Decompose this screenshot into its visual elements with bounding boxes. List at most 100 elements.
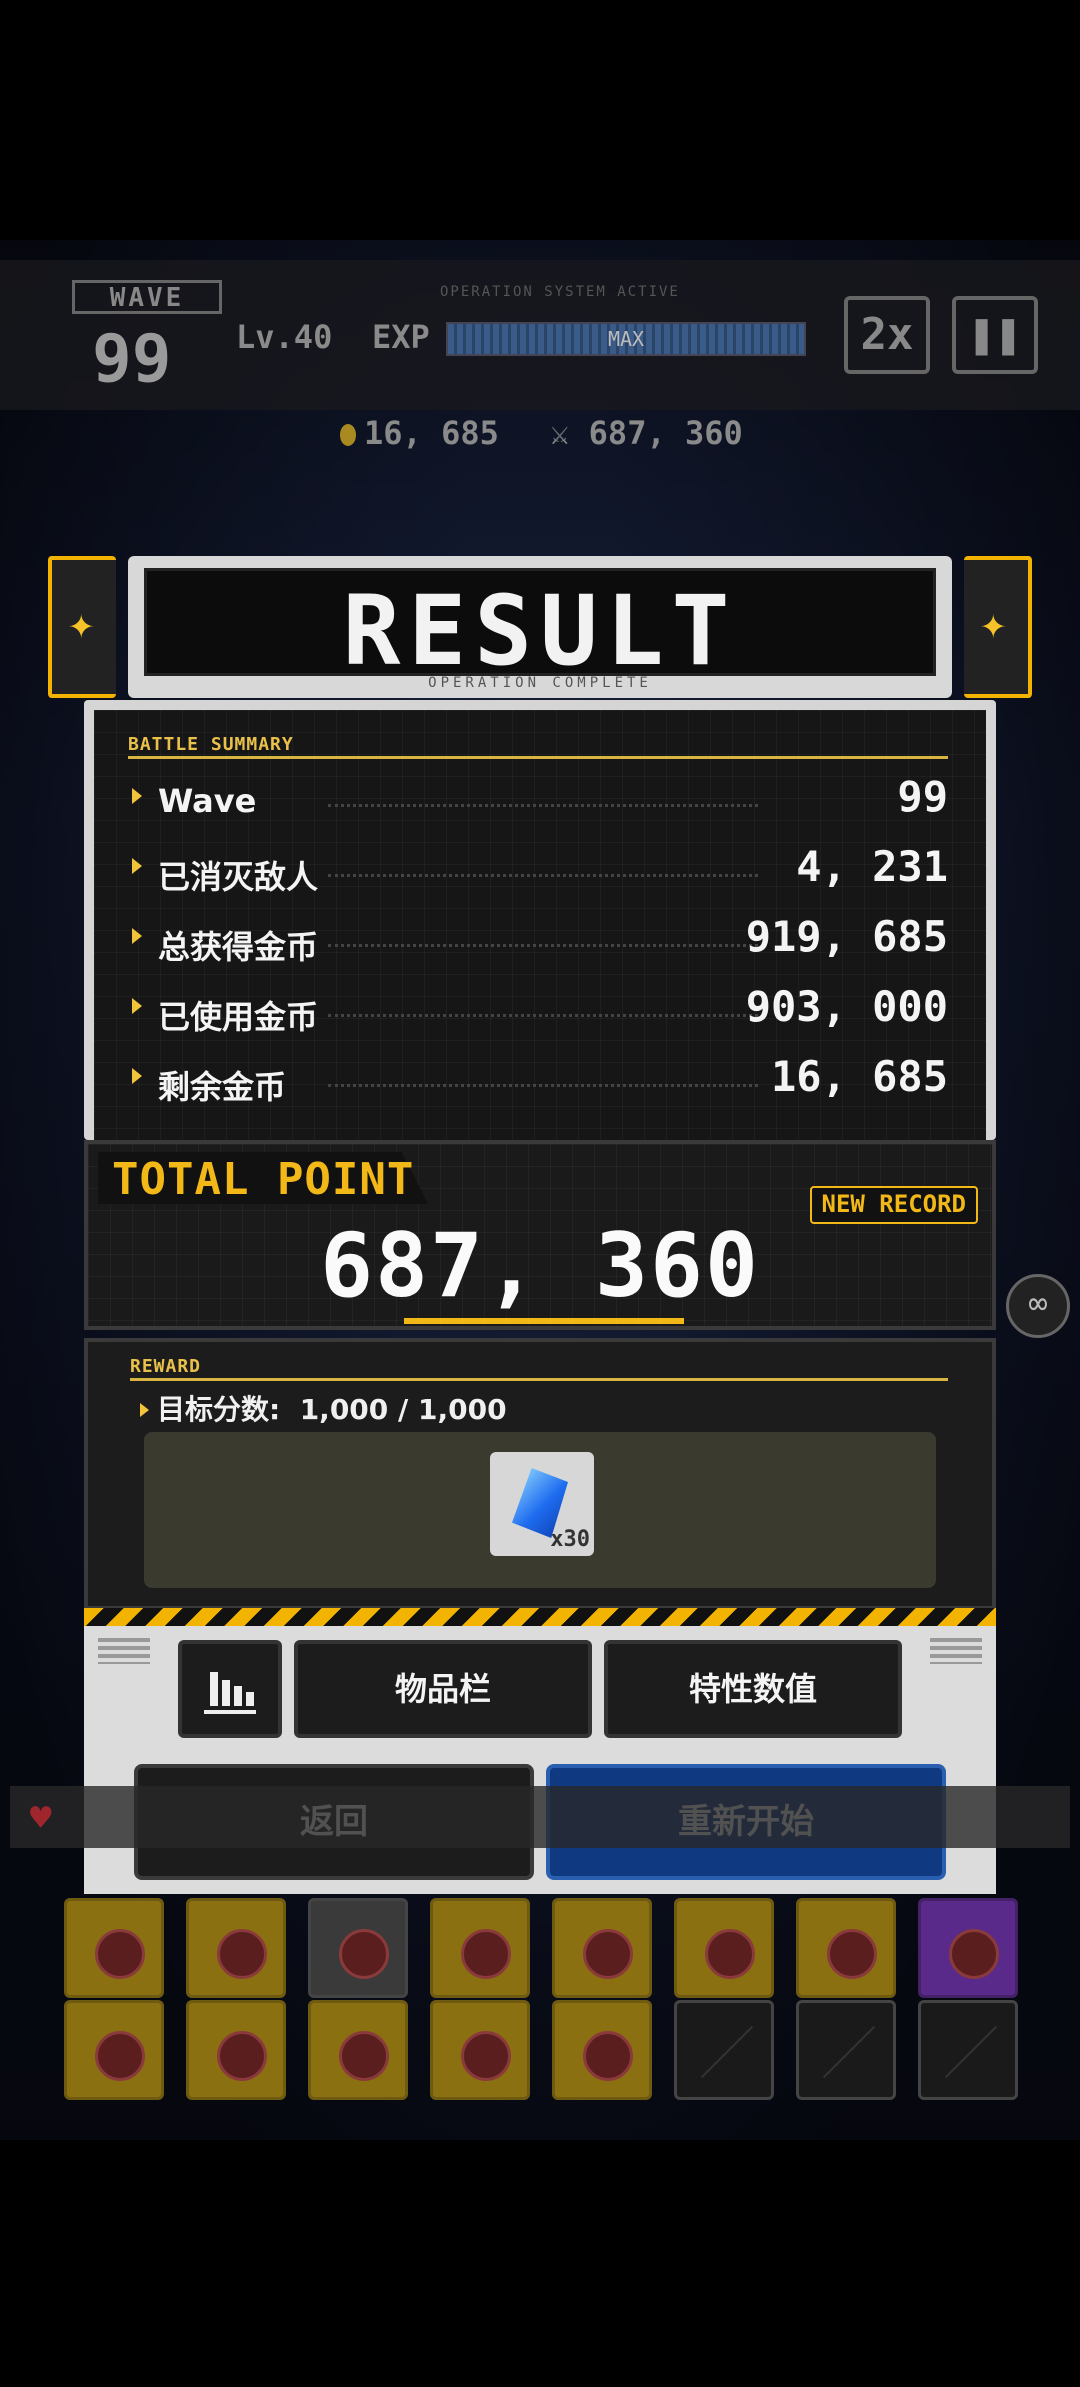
reward-label: REWARD [130,1356,202,1377]
stat-label: 剩余金币 [158,1068,287,1106]
item-inventory-grid [14,1880,1066,2110]
arrow-icon [132,998,142,1014]
result-subtitle: OPERATION COMPLETE [428,675,652,691]
arrow-icon [132,928,142,944]
stat-row-enemies: 已消灭敌人 4, 231 [128,840,948,900]
grenade-icon [95,2031,145,2081]
result-frame: RESULT OPERATION COMPLETE [128,556,952,698]
bar-chart-icon [204,1664,256,1714]
stat-label: 已消灭敌人 [158,858,319,896]
vent-decoration [930,1638,982,1664]
sparkle-icon: ✦ [68,598,95,649]
total-point-panel: TOTAL POINT NEW RECORD 687, 360 [84,1140,996,1330]
hazard-stripe [84,1608,996,1626]
wave-indicator: WAVE 99 [72,280,222,397]
grenade-icon [339,2031,389,2081]
inventory-slot[interactable] [430,2000,530,2100]
grenade-icon [95,1929,145,1979]
speed-button[interactable]: 2x [844,296,930,374]
gun-icon [583,1929,633,1979]
total-underline [404,1318,684,1324]
exp-max-text: MAX [607,327,645,351]
statistics-button[interactable] [178,1640,282,1738]
inventory-slot[interactable] [64,2000,164,2100]
inventory-slot[interactable] [918,1898,1018,1998]
grenade-icon [461,1929,511,1979]
inventory-slot[interactable] [64,1898,164,1998]
total-point-value: 687, 360 [320,1214,760,1317]
stat-value: 919, 685 [745,912,948,961]
system-caption: OPERATION SYSTEM ACTIVE [440,284,680,300]
stat-value: 903, 000 [745,982,948,1031]
inventory-slot[interactable] [796,1898,896,1998]
inventory-slot[interactable] [674,1898,774,1998]
inventory-slot[interactable] [186,2000,286,2100]
currency-row: 16, 685 ⚔ 687, 360 [340,414,775,452]
level-text: Lv.40 [236,318,333,356]
grenade-icon [705,1929,755,1979]
inventory-button[interactable]: 物品栏 [294,1640,592,1738]
inventory-slot-empty[interactable] [918,2000,1018,2100]
result-inner: RESULT OPERATION COMPLETE [144,568,936,691]
sparkle-icon: ✦ [980,598,1007,649]
pause-icon: ❚❚ [968,309,1022,360]
stat-label: Wave [158,782,257,820]
grenade-icon [461,2031,511,2081]
stat-value: 99 [897,772,948,821]
stat-value: 16, 685 [770,1052,948,1101]
battle-summary-label: BATTLE SUMMARY [128,734,294,755]
inventory-slot[interactable] [552,2000,652,2100]
inventory-slot[interactable] [552,1898,652,1998]
grenade-icon [583,2031,633,2081]
arrow-icon [140,1403,149,1417]
inventory-slot[interactable] [308,2000,408,2100]
grenade-icon [827,1929,877,1979]
swords-icon: ⚔ [550,414,570,452]
inventory-slot-empty[interactable] [674,2000,774,2100]
heart-icon: ♥ [30,1798,52,1839]
inventory-slot[interactable] [430,1898,530,1998]
exp-label: EXP [372,318,430,356]
action-button-panel: 物品栏 特性数值 返回 重新开始 [84,1626,996,1894]
grenade-icon [217,1929,267,1979]
target-score-row: 目标分数: 1,000 / 1,000 [140,1388,507,1428]
pause-button[interactable]: ❚❚ [952,296,1038,374]
battle-summary-inner: BATTLE SUMMARY Wave 99 已消灭敌人 4, 231 总获得金… [94,710,986,1140]
stat-label: 总获得金币 [158,928,319,966]
inventory-slot[interactable] [308,1898,408,1998]
result-title: RESULT [342,575,738,687]
coin-icon [340,424,356,446]
section-divider [130,1378,948,1381]
exp-bar: MAX [446,322,806,356]
wave-number: 99 [92,320,172,397]
traits-button[interactable]: 特性数值 [604,1640,902,1738]
stat-row-used-gold: 已使用金币 903, 000 [128,980,948,1040]
total-point-label: TOTAL POINT [112,1154,415,1205]
inventory-slot[interactable] [186,1898,286,1998]
grenade-icon [949,1929,999,1979]
reward-item[interactable]: x30 [490,1452,594,1556]
stat-value: 4, 231 [796,842,948,891]
reward-item-count: x30 [550,1527,590,1552]
stat-row-wave: Wave 99 [128,770,948,830]
result-header: ✦ RESULT OPERATION COMPLETE ✦ [48,556,1032,698]
target-score-value: 1,000 / 1,000 [299,1393,507,1426]
reward-items-area: x30 [144,1432,936,1588]
arrow-icon [132,1068,142,1084]
grenade-icon [339,1929,389,1979]
gun-icon [217,2031,267,2081]
infinity-icon[interactable]: ∞ [1006,1274,1070,1338]
inventory-slot-empty[interactable] [796,2000,896,2100]
battle-summary-panel: BATTLE SUMMARY Wave 99 已消灭敌人 4, 231 总获得金… [84,700,996,1140]
gold-counter: 16, 685 [340,414,499,452]
vent-decoration [98,1638,150,1664]
wave-label: WAVE [72,280,222,314]
arrow-icon [132,788,142,804]
arrow-icon [132,858,142,874]
section-divider [128,756,948,759]
health-bar: ♥ [10,1786,1070,1848]
stat-row-total-gold: 总获得金币 919, 685 [128,910,948,970]
target-score-label: 目标分数: [157,1393,281,1426]
stat-label: 已使用金币 [158,998,319,1036]
result-right-tab: ✦ [964,556,1032,698]
